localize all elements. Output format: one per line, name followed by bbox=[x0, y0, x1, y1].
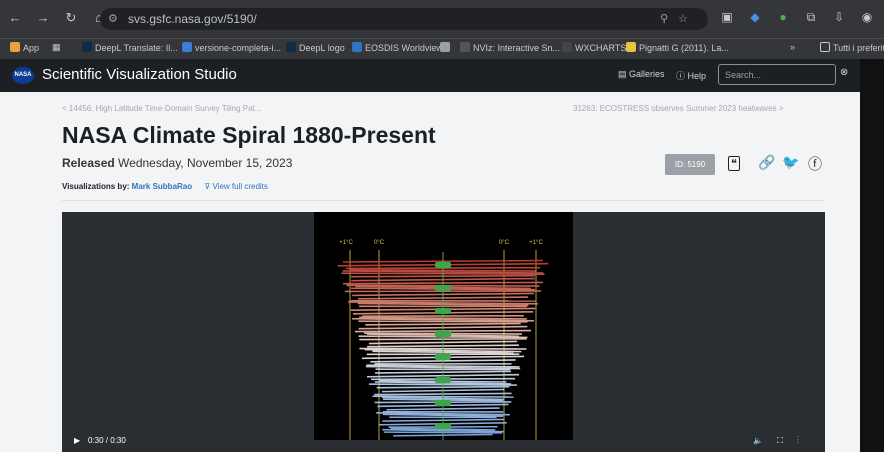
credits-author-link[interactable]: Mark SubbaRao bbox=[132, 182, 192, 191]
bookmarks-bar: App ▦ DeepL Translate: Il... versione-co… bbox=[0, 38, 884, 59]
year-marker bbox=[435, 377, 451, 383]
video-right-controls: 🔈⛶⋮ bbox=[753, 436, 813, 446]
search-input[interactable]: Search... bbox=[718, 64, 836, 85]
year-marker bbox=[435, 308, 451, 314]
bookmark-apps[interactable]: App bbox=[10, 42, 39, 53]
download-icon[interactable]: ⇩ bbox=[832, 10, 846, 25]
twitter-icon[interactable]: 🐦 bbox=[782, 154, 799, 171]
zoom-icon[interactable]: ⚲ bbox=[660, 13, 678, 25]
axis-label-left-inner: 0°C bbox=[374, 240, 385, 246]
released-label: Released bbox=[62, 156, 115, 170]
year-marker bbox=[435, 331, 451, 337]
back-icon[interactable]: ← bbox=[8, 10, 22, 26]
volume-icon[interactable]: 🔈 bbox=[753, 436, 777, 445]
extension-icons: ▣ ◆ ● ⧉ ⇩ ◉ ⋮ bbox=[720, 10, 884, 25]
bookmark-versione[interactable]: versione-completa-i... bbox=[182, 42, 281, 53]
previous-viz-link[interactable]: < 14456: High Latitude Time-Domain Surve… bbox=[62, 104, 261, 113]
climate-spiral-frame: +1°C 0°C 0°C +1°C bbox=[337, 240, 549, 440]
bookmark-nviz[interactable]: NVIz: Interactive Sn... bbox=[460, 42, 560, 53]
view-full-credits-link[interactable]: ⊽ View full credits bbox=[204, 182, 268, 191]
address-bar[interactable]: ⚙ svs.gsfc.nasa.gov/5190/ ⚲☆ bbox=[100, 8, 708, 30]
site-info-icon[interactable]: ⚙ bbox=[108, 8, 118, 30]
galleries-link[interactable]: ▤ Galleries bbox=[618, 69, 665, 80]
year-marker bbox=[435, 354, 451, 360]
video-player[interactable]: +1°C 0°C 0°C +1°C ▶ 0:30 / 0:30 🔈⛶⋮ bbox=[62, 212, 825, 452]
release-date: Released Wednesday, November 15, 2023 bbox=[62, 156, 292, 170]
nasa-logo[interactable]: NASA bbox=[12, 67, 34, 84]
profile-avatar[interactable]: ◉ bbox=[860, 10, 874, 25]
bookmark-pignatti[interactable]: Pignatti G (2011). La... bbox=[626, 42, 729, 53]
page-title: NASA Climate Spiral 1880-Present bbox=[62, 122, 436, 148]
id-badge[interactable]: ID: 5190 bbox=[665, 154, 715, 175]
bookmark-all-favorites[interactable]: Tutti i preferiti bbox=[820, 42, 884, 53]
bookmark-star-icon[interactable]: ☆ bbox=[678, 13, 698, 25]
url-text[interactable]: svs.gsfc.nasa.gov/5190/ bbox=[128, 8, 257, 30]
play-icon[interactable]: ▶ bbox=[74, 436, 80, 445]
axis-label-right-inner: 0°C bbox=[499, 240, 510, 246]
extension-icon-1[interactable]: ▣ bbox=[720, 10, 734, 25]
extension-icon-3[interactable]: ● bbox=[776, 10, 790, 25]
bookmark-deepl-logo[interactable]: DeepL logo bbox=[286, 42, 345, 53]
browser-nav: ← → ↻ ⌂ bbox=[8, 10, 106, 26]
svs-header: NASA Scientific Visualization Studio ▤ G… bbox=[0, 59, 860, 92]
site-title[interactable]: Scientific Visualization Studio bbox=[42, 66, 237, 83]
main-content: < 14456: High Latitude Time-Domain Surve… bbox=[0, 92, 860, 452]
credits-label: Visualizations by: bbox=[62, 182, 130, 191]
reload-icon[interactable]: ↻ bbox=[64, 10, 78, 26]
next-viz-link[interactable]: 31263: ECOSTRESS observes Summer 2023 he… bbox=[573, 104, 784, 113]
url-actions: ⚲☆ bbox=[660, 8, 698, 30]
facebook-icon[interactable]: ⓕ bbox=[808, 154, 822, 174]
axis-label-left-outer: +1°C bbox=[339, 240, 353, 246]
browser-toolbar: ← → ↻ ⌂ ⚙ svs.gsfc.nasa.gov/5190/ ⚲☆ ▣ ◆… bbox=[0, 0, 884, 38]
extensions-puzzle-icon[interactable]: ⧉ bbox=[804, 10, 818, 25]
bookmarks-overflow-icon[interactable]: » bbox=[790, 42, 795, 52]
page-side-edge bbox=[860, 59, 884, 452]
link-icon[interactable]: 🔗 bbox=[758, 154, 775, 171]
axis-label-right-outer: +1°C bbox=[529, 240, 543, 246]
year-marker bbox=[435, 285, 451, 291]
divider bbox=[62, 200, 824, 201]
video-menu-icon[interactable]: ⋮ bbox=[797, 436, 813, 445]
year-marker bbox=[435, 400, 451, 406]
filter-icon: ⊽ bbox=[204, 182, 211, 191]
search-icon[interactable]: ⊗ bbox=[840, 67, 848, 78]
help-icon: ⓘ bbox=[676, 71, 686, 81]
year-marker bbox=[435, 423, 451, 429]
video-controls: ▶ 0:30 / 0:30 🔈⛶⋮ bbox=[62, 430, 825, 452]
video-time: 0:30 / 0:30 bbox=[88, 436, 126, 445]
released-date: Wednesday, November 15, 2023 bbox=[118, 156, 293, 170]
forward-icon[interactable]: → bbox=[36, 10, 50, 26]
bookmark-deepl-translate[interactable]: DeepL Translate: Il... bbox=[82, 42, 178, 53]
bookmark-worldview[interactable]: EOSDIS Worldview bbox=[352, 42, 443, 53]
video-frame[interactable]: +1°C 0°C 0°C +1°C bbox=[314, 212, 573, 440]
citation-icon[interactable]: ❝ bbox=[728, 156, 740, 171]
bookmark-wxcharts[interactable]: WXCHARTS bbox=[562, 42, 626, 53]
credits-line: Visualizations by: Mark SubbaRao ⊽ View … bbox=[62, 182, 268, 191]
fullscreen-icon[interactable]: ⛶ bbox=[777, 436, 797, 445]
extension-icon-2[interactable]: ◆ bbox=[748, 10, 762, 25]
apps-grid-icon[interactable]: ▦ bbox=[52, 42, 61, 53]
year-marker bbox=[435, 262, 451, 268]
bookmark-placeholder-icon[interactable] bbox=[440, 42, 453, 53]
help-link[interactable]: ⓘ Help bbox=[676, 69, 706, 82]
galleries-icon: ▤ bbox=[618, 69, 627, 79]
